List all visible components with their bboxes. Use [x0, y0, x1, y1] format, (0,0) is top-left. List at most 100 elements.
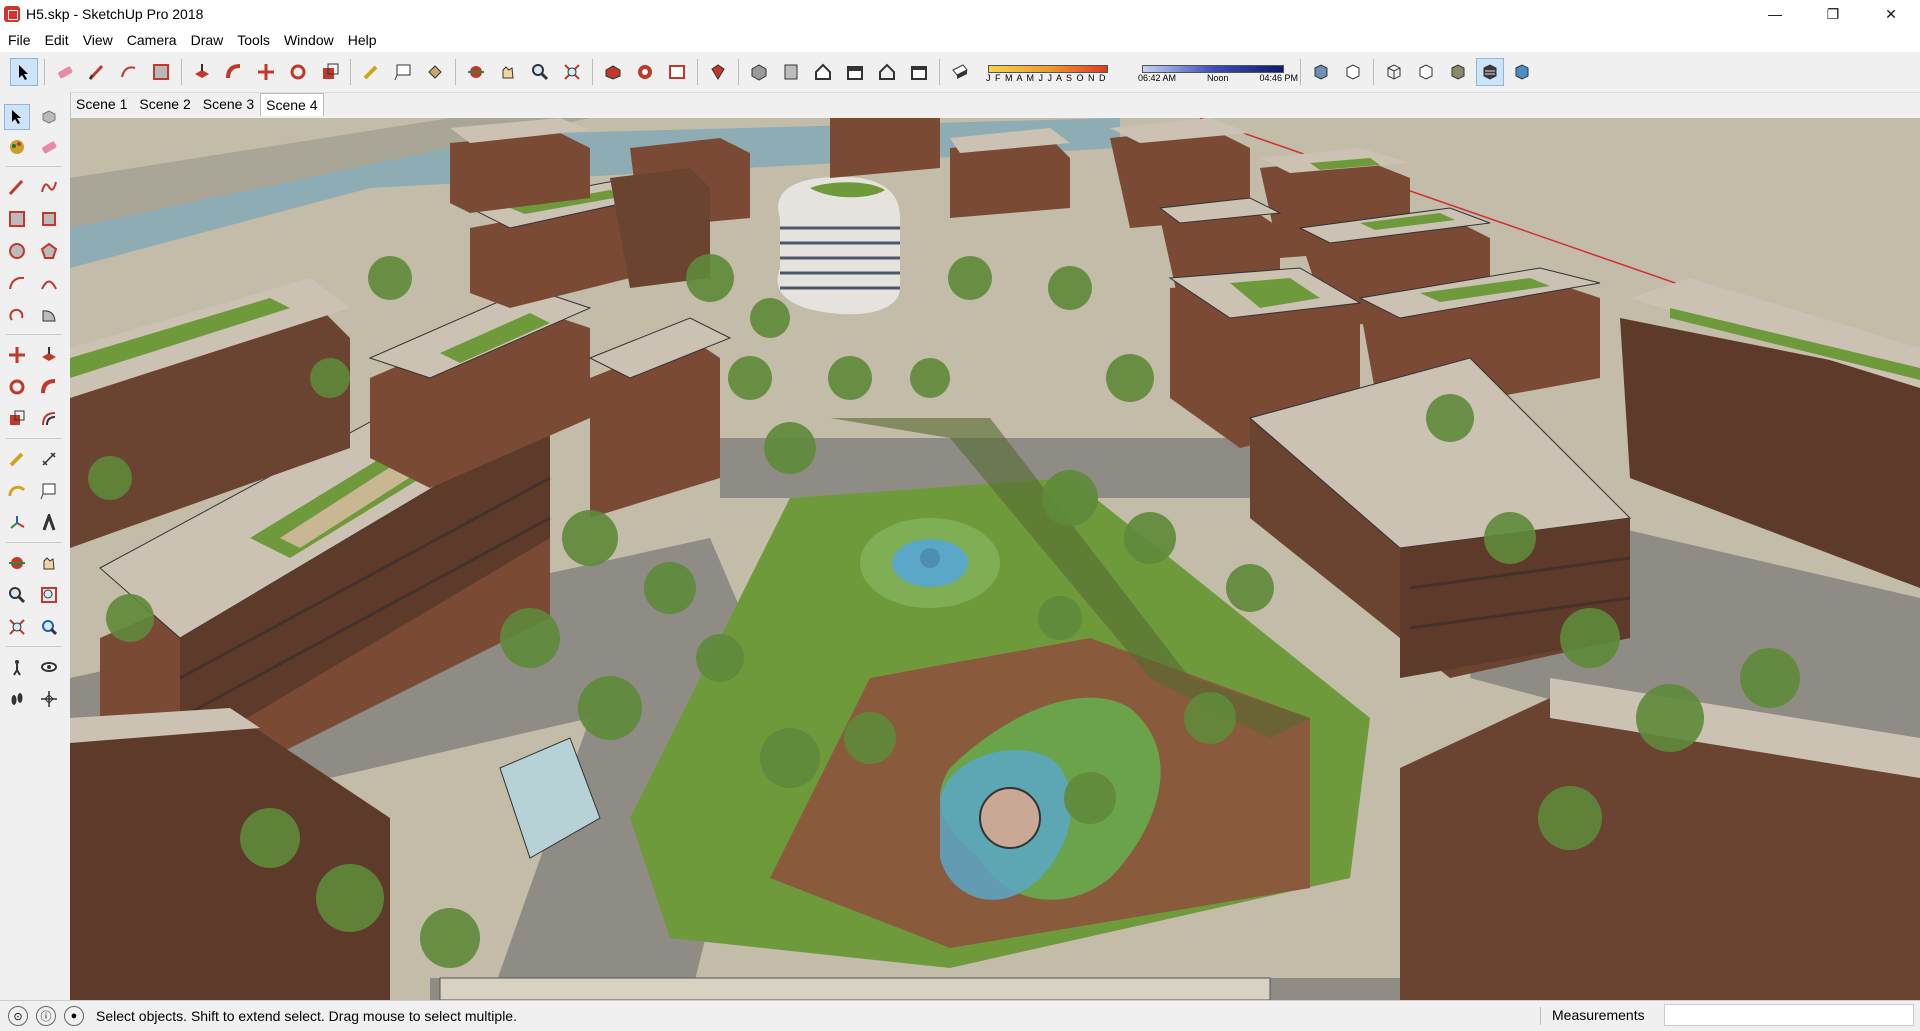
left-circle-button[interactable]: [4, 238, 30, 264]
menu-window[interactable]: Window: [277, 32, 341, 48]
left-axes-button[interactable]: [4, 510, 30, 536]
maximize-button[interactable]: ❐: [1804, 0, 1862, 28]
shadow-toggle-button[interactable]: [946, 58, 974, 86]
push-pull-icon: [195, 64, 209, 78]
time-slider-track: [1142, 65, 1284, 73]
left-rotated-rectangle-button[interactable]: [36, 206, 62, 232]
xray-button[interactable]: [1307, 58, 1335, 86]
eraser-button[interactable]: [51, 58, 79, 86]
front-view-button[interactable]: [809, 58, 837, 86]
left-paint-button[interactable]: [4, 134, 30, 160]
left-position-camera-button[interactable]: [4, 654, 30, 680]
back-view-button[interactable]: [873, 58, 901, 86]
right-view-button[interactable]: [841, 58, 869, 86]
tape-measure-button[interactable]: [357, 58, 385, 86]
ruby-icon: [711, 64, 725, 80]
ruby-console-button[interactable]: [704, 58, 732, 86]
scale-button[interactable]: [316, 58, 344, 86]
left-offset-button[interactable]: [36, 406, 62, 432]
monochrome-button[interactable]: [1508, 58, 1536, 86]
left-follow-me-button[interactable]: [36, 374, 62, 400]
left-section-plane-button[interactable]: [36, 686, 62, 712]
left-view-button[interactable]: [905, 58, 933, 86]
left-2point-arc-button[interactable]: [36, 270, 62, 296]
left-move-button[interactable]: [4, 342, 30, 368]
shaded-button[interactable]: [1444, 58, 1472, 86]
left-text-button[interactable]: [36, 478, 62, 504]
left-pan-button[interactable]: [36, 550, 62, 576]
left-arc-button[interactable]: [4, 270, 30, 296]
hidden-line-button[interactable]: [1412, 58, 1440, 86]
zoom-icon: [532, 64, 549, 81]
tab-scene-3[interactable]: Scene 3: [197, 92, 260, 116]
left-zoom-window-button[interactable]: [36, 582, 62, 608]
text-button[interactable]: [389, 58, 417, 86]
time-slider[interactable]: 06:42 AM Noon 04:46 PM: [1136, 55, 1298, 89]
month-slider[interactable]: J F M A M J J A S O N D: [980, 55, 1130, 89]
account-icon[interactable]: ●: [64, 1006, 84, 1026]
menu-camera[interactable]: Camera: [120, 32, 184, 48]
left-scale-button[interactable]: [4, 406, 30, 432]
left-select-button[interactable]: [4, 104, 30, 130]
left-freehand-button[interactable]: [36, 174, 62, 200]
left-dimension-button[interactable]: [36, 446, 62, 472]
left-tape-button[interactable]: [4, 446, 30, 472]
follow-me-button[interactable]: [220, 58, 248, 86]
menu-help[interactable]: Help: [341, 32, 384, 48]
month-slider-track: [988, 65, 1108, 73]
measurements-input[interactable]: [1664, 1004, 1914, 1026]
pencil-line-icon: [8, 179, 24, 196]
shape-button[interactable]: [147, 58, 175, 86]
left-line-button[interactable]: [4, 174, 30, 200]
left-eraser-button[interactable]: [36, 134, 62, 160]
left-polygon-button[interactable]: [36, 238, 62, 264]
left-zoom-button[interactable]: [4, 582, 30, 608]
pan-button[interactable]: [494, 58, 522, 86]
orbit-button[interactable]: [462, 58, 490, 86]
iso-view-button[interactable]: [745, 58, 773, 86]
left-look-around-button[interactable]: [36, 654, 62, 680]
zoom-button[interactable]: [526, 58, 554, 86]
left-pie-button[interactable]: [36, 302, 62, 328]
left-3d-text-button[interactable]: [36, 510, 62, 536]
extension-warehouse-button[interactable]: [631, 58, 659, 86]
select-tool-button[interactable]: [10, 58, 38, 86]
move-button[interactable]: [252, 58, 280, 86]
left-component-button[interactable]: [36, 104, 62, 130]
left-orbit-button[interactable]: [4, 550, 30, 576]
warehouse-button[interactable]: [599, 58, 627, 86]
line-button[interactable]: [83, 58, 111, 86]
left-walk-button[interactable]: [4, 686, 30, 712]
menu-draw[interactable]: Draw: [184, 32, 231, 48]
left-3point-arc-button[interactable]: [4, 302, 30, 328]
wireframe-button[interactable]: [1380, 58, 1408, 86]
paint-bucket-button[interactable]: [421, 58, 449, 86]
geo-location-icon[interactable]: ⊙: [8, 1006, 28, 1026]
menu-tools[interactable]: Tools: [230, 32, 277, 48]
arc-button[interactable]: [115, 58, 143, 86]
send-to-layout-button[interactable]: [663, 58, 691, 86]
minimize-button[interactable]: —: [1746, 0, 1804, 28]
back-edges-button[interactable]: [1339, 58, 1367, 86]
menu-view[interactable]: View: [76, 32, 120, 48]
push-pull-button[interactable]: [188, 58, 216, 86]
tab-scene-4[interactable]: Scene 4: [260, 93, 324, 116]
menu-file[interactable]: File: [0, 32, 38, 48]
zoom-extents-button[interactable]: [558, 58, 586, 86]
left-push-pull-button[interactable]: [36, 342, 62, 368]
left-rectangle-button[interactable]: [4, 206, 30, 232]
rotate-button[interactable]: [284, 58, 312, 86]
left-rotate-button[interactable]: [4, 374, 30, 400]
tab-scene-2[interactable]: Scene 2: [133, 92, 196, 116]
previous-view-icon: [42, 620, 58, 636]
close-button[interactable]: ✕: [1862, 0, 1920, 28]
menu-edit[interactable]: Edit: [38, 32, 76, 48]
left-zoom-extents-button[interactable]: [4, 614, 30, 640]
left-previous-view-button[interactable]: [36, 614, 62, 640]
shaded-textures-button[interactable]: [1476, 58, 1504, 86]
left-protractor-button[interactable]: [4, 478, 30, 504]
credits-icon[interactable]: ⓘ: [36, 1006, 56, 1026]
model-viewport[interactable]: [70, 118, 1920, 1000]
top-view-button[interactable]: [777, 58, 805, 86]
tab-scene-1[interactable]: Scene 1: [70, 92, 133, 116]
